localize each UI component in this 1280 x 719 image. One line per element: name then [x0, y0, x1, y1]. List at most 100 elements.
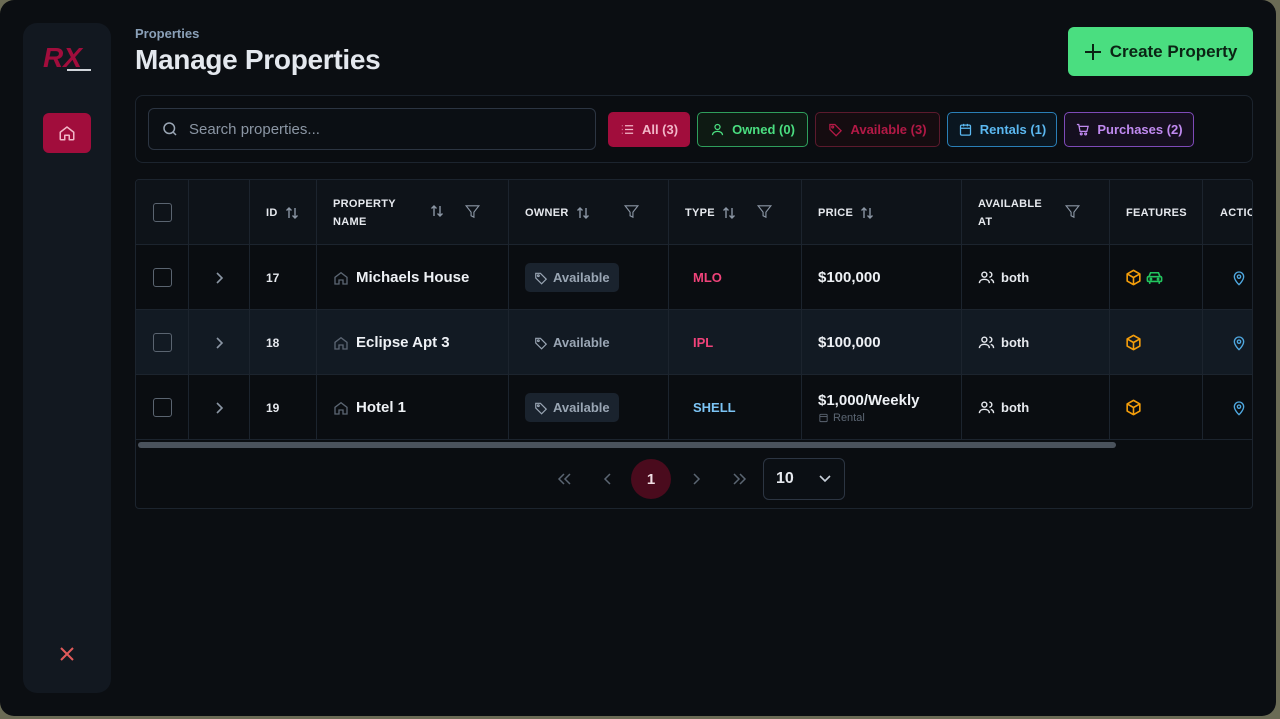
row-select: [136, 245, 189, 310]
header-property-label-1: PROPERTY: [333, 197, 396, 210]
expand-button[interactable]: [189, 245, 250, 310]
expand-button[interactable]: [189, 310, 250, 375]
house-icon: [333, 335, 349, 351]
row-features: [1110, 310, 1203, 375]
chevron-down-icon: [818, 474, 832, 484]
filter-purchases-label: Purchases (2): [1097, 122, 1183, 137]
sidebar: RX: [23, 23, 111, 693]
rx-logo: RX: [41, 41, 93, 75]
list-icon: [620, 122, 635, 137]
filter-rentals-label: Rentals (1): [979, 122, 1047, 137]
header-features-label: FEATURES: [1126, 206, 1187, 219]
row-owner: Available: [509, 310, 669, 375]
filter-owned-label: Owned (0): [732, 122, 795, 137]
row-property-name: Eclipse Apt 3: [317, 310, 509, 375]
row-actions: [1203, 245, 1252, 310]
header-price[interactable]: PRICE: [802, 180, 962, 245]
header-available-at[interactable]: AVAILABLE AT: [962, 180, 1110, 245]
filter-icon[interactable]: [756, 203, 773, 220]
box-icon: [1124, 268, 1143, 287]
filter-available[interactable]: Available (3): [815, 112, 940, 147]
chevrons-left-icon: [556, 472, 572, 486]
first-page-button[interactable]: [544, 459, 584, 499]
sort-icon[interactable]: [284, 205, 300, 221]
row-available-at: both: [962, 245, 1110, 310]
page-title: Manage Properties: [135, 44, 381, 75]
row-property-name: Hotel 1: [317, 375, 509, 440]
header-type[interactable]: TYPE: [669, 180, 802, 245]
table-row[interactable]: 17 Michaels House Available MLO $100,000…: [136, 245, 1252, 310]
user-icon: [710, 122, 725, 137]
filter-icon[interactable]: [623, 203, 640, 220]
plus-icon: [1084, 43, 1102, 61]
row-checkbox[interactable]: [152, 333, 172, 352]
horizontal-scrollbar[interactable]: [138, 442, 1116, 448]
filter-owned[interactable]: Owned (0): [697, 112, 808, 147]
header-property-label-2: NAME: [333, 215, 367, 228]
svg-text:RX: RX: [43, 42, 84, 73]
table-row[interactable]: 19 Hotel 1 Available SHELL $1,000/Weekly…: [136, 375, 1252, 440]
tag-icon: [534, 271, 548, 285]
breadcrumb[interactable]: Properties: [135, 26, 199, 41]
header-owner-label: OWNER: [525, 206, 569, 219]
box-icon: [1124, 398, 1143, 417]
search-box[interactable]: [148, 108, 596, 150]
search-input[interactable]: [189, 120, 569, 138]
map-pin-icon[interactable]: [1231, 335, 1247, 351]
chevron-right-icon: [212, 401, 226, 415]
home-icon: [58, 124, 76, 142]
prev-page-button[interactable]: [588, 459, 628, 499]
row-features: [1110, 375, 1203, 440]
close-button[interactable]: [56, 643, 78, 665]
calendar-icon: [818, 412, 829, 423]
chevron-right-icon: [212, 336, 226, 350]
header-actions-label: ACTIONS: [1220, 206, 1252, 219]
calendar-icon: [958, 122, 973, 137]
tag-icon: [828, 122, 843, 137]
map-pin-icon[interactable]: [1231, 270, 1247, 286]
sidebar-item-home[interactable]: [43, 113, 91, 153]
expand-button[interactable]: [189, 375, 250, 440]
filter-available-label: Available (3): [850, 122, 927, 137]
table-row[interactable]: 18 Eclipse Apt 3 Available IPL $100,000 …: [136, 310, 1252, 375]
row-checkbox[interactable]: [152, 268, 172, 287]
page-size-select[interactable]: 10: [763, 458, 845, 500]
row-features: [1110, 245, 1203, 310]
status-badge: Available: [525, 263, 619, 292]
header-id[interactable]: ID: [250, 180, 317, 245]
header-features: FEATURES: [1110, 180, 1203, 245]
filter-icon[interactable]: [464, 203, 481, 220]
house-icon: [333, 270, 349, 286]
select-all-checkbox[interactable]: [152, 203, 172, 222]
sort-icon[interactable]: [429, 203, 445, 219]
price-subtitle: Rental: [818, 412, 919, 424]
row-select: [136, 375, 189, 440]
map-pin-icon[interactable]: [1231, 400, 1247, 416]
sort-icon[interactable]: [859, 205, 875, 221]
header-property-name[interactable]: PROPERTY NAME: [317, 180, 509, 245]
create-property-button[interactable]: Create Property: [1068, 27, 1253, 76]
filter-all[interactable]: All (3): [608, 112, 690, 147]
cart-icon: [1075, 122, 1090, 137]
filter-purchases[interactable]: Purchases (2): [1064, 112, 1194, 147]
chevrons-right-icon: [732, 472, 748, 486]
page-1-button[interactable]: 1: [631, 459, 671, 499]
row-checkbox[interactable]: [152, 398, 172, 417]
sort-icon[interactable]: [575, 205, 591, 221]
filter-rentals[interactable]: Rentals (1): [947, 112, 1057, 147]
row-property-name: Michaels House: [317, 245, 509, 310]
car-icon: [1145, 268, 1164, 287]
header-owner[interactable]: OWNER: [509, 180, 669, 245]
header-price-label: PRICE: [818, 206, 854, 219]
chevron-right-icon: [691, 472, 701, 486]
next-page-button[interactable]: [676, 459, 716, 499]
close-icon: [59, 646, 75, 662]
row-select: [136, 310, 189, 375]
last-page-button[interactable]: [720, 459, 760, 499]
header-id-label: ID: [266, 206, 278, 219]
page-size-value: 10: [776, 470, 794, 487]
users-icon: [978, 334, 995, 351]
sort-icon[interactable]: [721, 205, 737, 221]
row-price: $100,000: [802, 310, 962, 375]
filter-icon[interactable]: [1064, 203, 1081, 220]
